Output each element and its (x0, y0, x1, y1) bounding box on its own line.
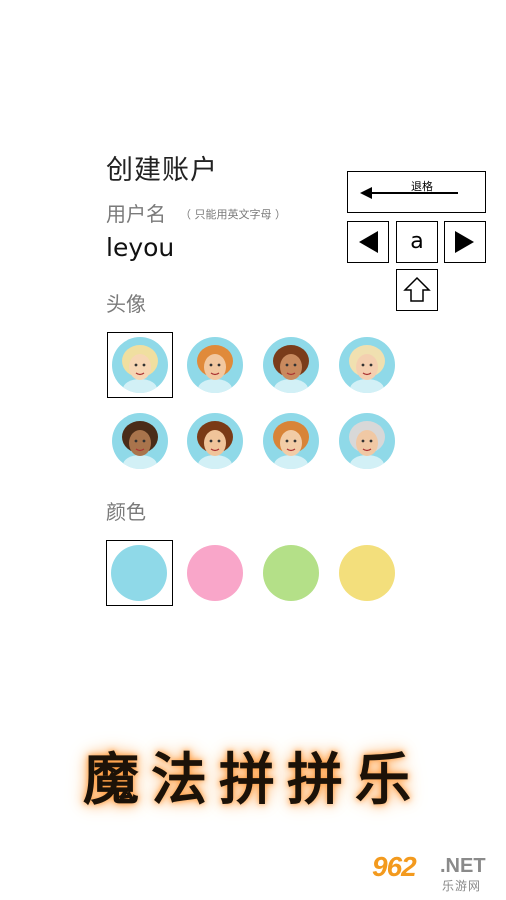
current-letter-key[interactable]: a (396, 221, 438, 263)
backspace-label: 退格 (411, 180, 433, 193)
right-triangle-icon (455, 231, 474, 253)
ginger-girl-avatar[interactable] (187, 337, 243, 393)
brown-hair-girl-avatar[interactable] (263, 337, 319, 393)
left-arrow-icon (360, 187, 458, 199)
swatch-pink[interactable] (187, 545, 243, 601)
username-label: 用户名 (106, 202, 166, 226)
swatch-green[interactable] (263, 545, 319, 601)
next-letter-button[interactable] (444, 221, 486, 263)
left-triangle-icon (359, 231, 378, 253)
watermark-site-name: 乐游网 (442, 879, 482, 893)
blonde-girl-avatar[interactable] (112, 337, 168, 393)
shift-button[interactable] (396, 269, 438, 311)
shift-arrow-icon (403, 276, 431, 302)
swatch-blue[interactable] (111, 545, 167, 601)
brown-hair-boy-avatar[interactable] (187, 413, 243, 469)
username-hint: （ 只能用英文字母 ） (180, 208, 286, 221)
game-title-logo: 魔法拼拼乐 (83, 747, 423, 813)
swatch-yellow[interactable] (339, 545, 395, 601)
watermark-domain: .NET (440, 855, 486, 877)
watermark: 962 .NET 乐游网 (372, 851, 500, 895)
page-title: 创建账户 (106, 155, 218, 186)
avatar-label: 头像 (106, 292, 146, 316)
curly-blonde-girl-avatar[interactable] (339, 337, 395, 393)
grandpa-avatar[interactable] (339, 413, 395, 469)
color-label: 颜色 (106, 500, 146, 524)
ginger-boy-avatar[interactable] (263, 413, 319, 469)
prev-letter-button[interactable] (347, 221, 389, 263)
backspace-button[interactable]: 退格 (347, 171, 486, 213)
dark-boy-avatar[interactable] (112, 413, 168, 469)
username-field[interactable]: leyou (106, 233, 174, 262)
watermark-number: 962 (372, 851, 417, 882)
